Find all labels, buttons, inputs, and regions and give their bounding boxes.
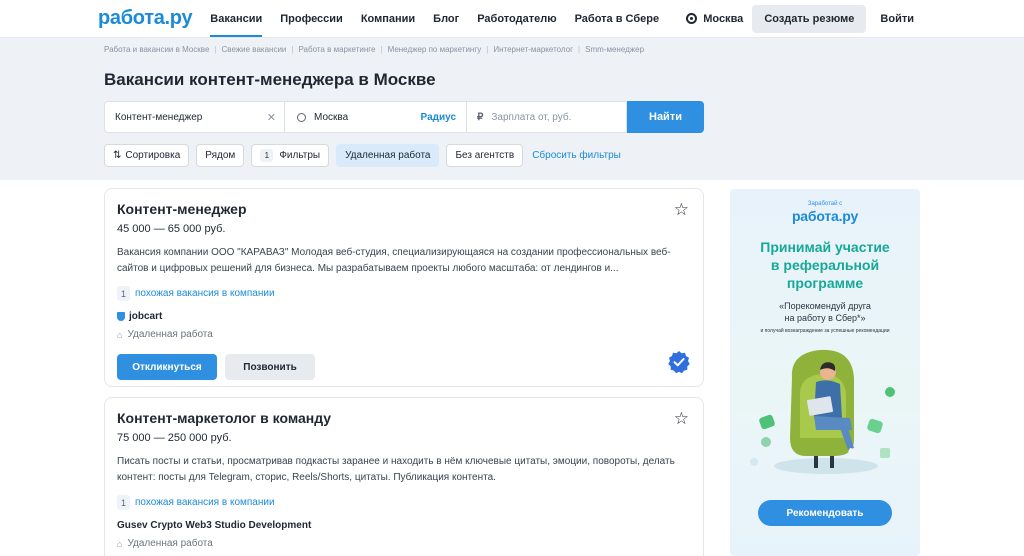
banner-quote: «Порекомендуй друга на работу в Сбер*» xyxy=(730,300,920,324)
vacancy-title[interactable]: Контент-маркетолог в команду xyxy=(117,410,691,426)
ruble-icon: ₽ xyxy=(477,111,484,123)
similar-label: похожая вакансия в компании xyxy=(135,288,275,299)
location-pin-icon xyxy=(297,112,306,122)
login-link[interactable]: Войти xyxy=(880,13,914,25)
breadcrumb-separator: | xyxy=(214,45,217,54)
similar-count-badge: 1 xyxy=(117,495,130,510)
house-icon: ⌂ xyxy=(117,538,123,549)
company-name[interactable]: jobcart xyxy=(117,311,691,322)
salary-field[interactable]: ₽ Зарплата от, руб. xyxy=(467,101,627,133)
breadcrumb-item[interactable]: Работа в маркетинге xyxy=(298,45,375,54)
breadcrumb-item[interactable]: Свежие вакансии xyxy=(222,45,287,54)
breadcrumb-item[interactable]: Интернет-маркетолог xyxy=(493,45,573,54)
filters-label: Фильтры xyxy=(279,150,321,161)
vacancy-salary: 75 000 — 250 000 руб. xyxy=(117,432,232,444)
nearby-chip[interactable]: Рядом xyxy=(196,144,245,167)
breadcrumb-separator: | xyxy=(486,45,489,54)
search-query-value: Контент-менеджер xyxy=(115,111,203,123)
sort-label: Сортировка xyxy=(125,150,181,161)
filters-count-badge: 1 xyxy=(260,149,274,162)
city-label: Москва xyxy=(703,12,744,25)
create-resume-button[interactable]: Создать резюме xyxy=(752,4,867,33)
banner-subtext: и получай вознаграждение за успешные рек… xyxy=(760,328,890,334)
banner-headline-line: в реферальной xyxy=(770,257,880,273)
verified-employer-icon xyxy=(668,351,690,374)
filters-button[interactable]: 1 Фильтры xyxy=(251,144,330,167)
location-pin-icon xyxy=(686,13,698,24)
breadcrumb: Работа и вакансии в Москве | Свежие вакан… xyxy=(104,37,1024,54)
similar-count-badge: 1 xyxy=(117,286,130,301)
no-agencies-chip[interactable]: Без агентств xyxy=(446,144,524,167)
work-type: ⌂ Удаленная работа xyxy=(117,329,691,340)
work-type-label: Удаленная работа xyxy=(127,329,213,340)
recommend-button[interactable]: Рекомендовать xyxy=(758,500,892,526)
person-in-chair-illustration xyxy=(750,349,895,474)
search-query-field[interactable]: Контент-менеджер ✕ xyxy=(104,101,285,133)
call-button[interactable]: Позвонить xyxy=(225,354,315,380)
apply-button[interactable]: Откликнуться xyxy=(117,354,217,380)
header-actions: Москва Создать резюме Войти xyxy=(686,0,1024,37)
nav-companies[interactable]: Компании xyxy=(361,0,415,37)
breadcrumb-separator: | xyxy=(291,45,294,54)
find-button[interactable]: Найти xyxy=(627,101,704,133)
nav-vacancies[interactable]: Вакансии xyxy=(210,0,262,37)
vacancy-actions: Откликнуться Позвонить xyxy=(117,354,691,380)
banner-headline: Принимай участие в реферальной программе xyxy=(730,238,920,292)
vacancy-card[interactable]: Контент-менеджер 45 000 — 65 000 руб. Ва… xyxy=(104,188,704,387)
vacancy-card[interactable]: Контент-маркетолог в команду 75 000 — 25… xyxy=(104,397,704,556)
breadcrumb-separator: | xyxy=(578,45,581,54)
verified-shield-icon xyxy=(117,312,125,321)
page-title: Вакансии контент-менеджера в Москве xyxy=(104,70,436,89)
work-type-label: Удаленная работа xyxy=(127,538,213,549)
city-selector[interactable]: Москва xyxy=(686,13,743,25)
site-logo[interactable]: работа.ру xyxy=(98,8,193,28)
search-city-value: Москва xyxy=(314,111,349,123)
sort-button[interactable]: ⇅ Сортировка xyxy=(104,144,190,167)
banner-headline-line: Принимай участие xyxy=(760,239,890,255)
reset-filters-link[interactable]: Сбросить фильтры xyxy=(532,150,621,161)
banner-quote-line: «Порекомендуй друга xyxy=(779,301,871,311)
similar-vacancies-link[interactable]: 1 похожая вакансия в компании xyxy=(117,286,691,301)
nav-professions[interactable]: Профессии xyxy=(280,0,343,37)
search-bar: Контент-менеджер ✕ Москва Радиус ₽ Зарпл… xyxy=(104,101,704,133)
nav-blog[interactable]: Блог xyxy=(433,0,459,37)
company-name[interactable]: Gusev Crypto Web3 Studio Development xyxy=(117,520,691,531)
company-label: jobcart xyxy=(129,311,163,322)
top-header: работа.ру Вакансии Профессии Компании Бл… xyxy=(0,0,1024,37)
company-label: Gusev Crypto Web3 Studio Development xyxy=(117,520,312,531)
salary-placeholder: Зарплата от, руб. xyxy=(491,111,572,123)
banner-earn-label: Заработай с xyxy=(807,201,843,207)
breadcrumb-item[interactable]: Менеджер по маркетингу xyxy=(388,45,482,54)
referral-banner[interactable]: Заработай с работа.ру Принимай участие в… xyxy=(730,189,920,556)
vacancy-title[interactable]: Контент-менеджер xyxy=(117,201,691,217)
sort-icon: ⇅ xyxy=(113,150,122,161)
similar-label: похожая вакансия в компании xyxy=(135,497,275,508)
breadcrumb-item[interactable]: Работа и вакансии в Москве xyxy=(104,45,209,54)
favorite-star-icon[interactable]: ☆ xyxy=(674,201,689,218)
similar-vacancies-link[interactable]: 1 похожая вакансия в компании xyxy=(117,495,691,510)
nav-sber-jobs[interactable]: Работа в Сбере xyxy=(575,0,659,37)
work-type: ⌂ Удаленная работа xyxy=(117,538,691,549)
vacancy-description: Вакансия компании ООО "КАРАВАЗ" Молодая … xyxy=(117,247,671,274)
search-city-field[interactable]: Москва Радиус xyxy=(285,101,467,133)
banner-quote-line: на работу в Сбер*» xyxy=(784,313,866,323)
favorite-star-icon[interactable]: ☆ xyxy=(674,410,689,427)
filter-bar: ⇅ Сортировка Рядом 1 Фильтры Удаленная р… xyxy=(104,144,621,167)
nav-employers[interactable]: Работодателю xyxy=(477,0,556,37)
remote-work-chip[interactable]: Удаленная работа xyxy=(336,144,440,167)
breadcrumb-separator: | xyxy=(380,45,383,54)
house-icon: ⌂ xyxy=(117,329,123,340)
breadcrumb-item[interactable]: Smm-менеджер xyxy=(585,45,644,54)
vacancy-salary: 45 000 — 65 000 руб. xyxy=(117,223,226,235)
vacancy-description: Писать посты и статьи, просматривав подк… xyxy=(117,456,675,483)
radius-link[interactable]: Радиус xyxy=(421,112,456,123)
banner-headline-line: программе xyxy=(786,275,864,291)
clear-icon[interactable]: ✕ xyxy=(267,111,276,124)
main-nav: Вакансии Профессии Компании Блог Работод… xyxy=(210,0,677,37)
banner-logo: работа.ру xyxy=(791,208,859,224)
